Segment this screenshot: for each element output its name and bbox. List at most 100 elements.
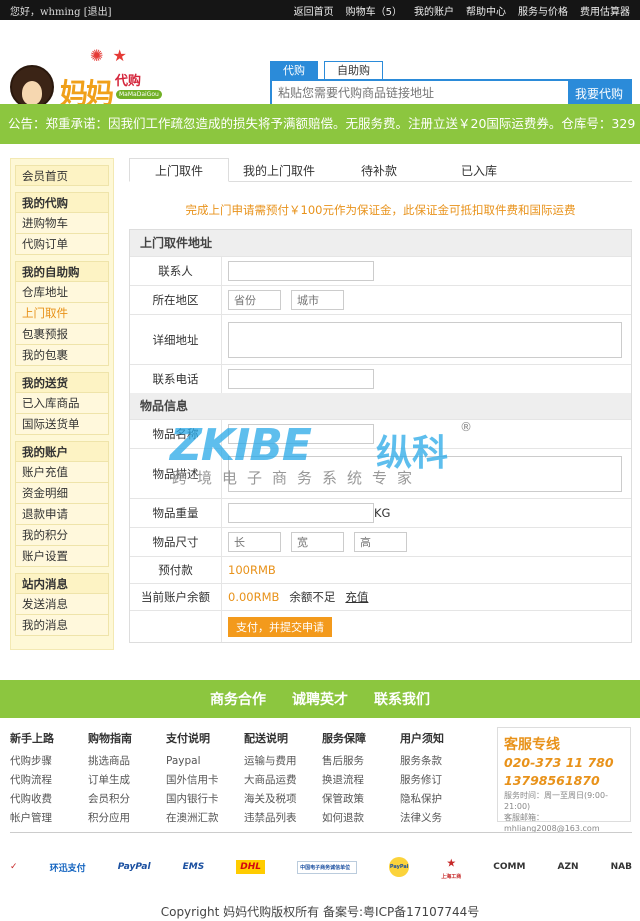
sidebar-item[interactable]: 我的积分	[15, 525, 109, 546]
top-link-cart[interactable]: 购物车（5）	[346, 3, 402, 18]
sidebar-item[interactable]: 账户充值	[15, 462, 109, 483]
insufficient-text: 余额不足	[289, 590, 336, 604]
sidebar-item[interactable]: 国际送货单	[15, 414, 109, 435]
item-name-field[interactable]	[228, 424, 374, 444]
footer-link[interactable]: 会员积分	[88, 790, 166, 809]
prepay-label: 预付款	[130, 557, 222, 583]
sidebar-heading: 我的自助购	[15, 261, 109, 282]
address-field[interactable]	[228, 321, 622, 358]
paypal-badge-icon: PayPal	[389, 857, 410, 877]
anz-bank-logo: AZN	[557, 862, 579, 872]
logo-brand-suffix: 代购	[115, 74, 142, 89]
footer-link[interactable]: Paypal	[166, 752, 244, 771]
footer-link[interactable]: 代购收费	[10, 790, 88, 809]
footer-link[interactable]: 大商品运费	[244, 771, 322, 790]
service-hours: 服务时间：周一至周日(9:00-21:00)	[504, 791, 608, 811]
top-links: 返回首页 购物车（5） 我的账户 帮助中心 服务与价格 费用估算器	[294, 3, 630, 18]
tab-daigou[interactable]: 代购	[270, 61, 318, 79]
footer-link[interactable]: 帐户管理	[10, 809, 88, 828]
footer-col-title: 用户须知	[400, 732, 444, 745]
length-field[interactable]	[228, 532, 281, 552]
top-link-estimator[interactable]: 费用估算器	[580, 3, 630, 18]
section-item-info: 物品信息	[130, 393, 631, 419]
tab-pending-payment[interactable]: 待补款	[329, 158, 429, 181]
phone-label: 联系电话	[130, 365, 222, 393]
submit-button[interactable]: 支付，并提交申请	[228, 616, 332, 637]
top-link-pricing[interactable]: 服务与价格	[518, 3, 568, 18]
partner-logos: ✓ 环迅支付 PayPal EMS DHL 中国电子商务诚信单位 PayPal …	[10, 852, 632, 882]
footer-link-business[interactable]: 商务合作	[210, 689, 266, 709]
item-name-label: 物品名称	[130, 420, 222, 448]
footer-link[interactable]: 保管政策	[322, 790, 400, 809]
sidebar-item-member-home[interactable]: 会员首页	[15, 165, 109, 186]
sidebar-item[interactable]: 发送消息	[15, 594, 109, 615]
footer-link[interactable]: 如何退款	[322, 809, 400, 828]
address-label: 详细地址	[130, 315, 222, 364]
width-field[interactable]	[291, 532, 344, 552]
top-link-home[interactable]: 返回首页	[294, 3, 334, 18]
sidebar-item[interactable]: 进购物车	[15, 213, 109, 234]
sidebar-item[interactable]: 资金明细	[15, 483, 109, 504]
sidebar-item[interactable]: 包裹预报	[15, 324, 109, 345]
sidebar-item[interactable]: 已入库商品	[15, 393, 109, 414]
top-link-help[interactable]: 帮助中心	[466, 3, 506, 18]
footer-link[interactable]: 积分应用	[88, 809, 166, 828]
tab-my-pickup[interactable]: 我的上门取件	[229, 158, 329, 181]
top-bar: 您好，whming [退出] 返回首页 购物车（5） 我的账户 帮助中心 服务与…	[0, 0, 640, 20]
comm-bank-logo: COMM	[493, 862, 526, 872]
footer-link[interactable]: 挑选商品	[88, 752, 166, 771]
sidebar-item[interactable]: 仓库地址	[15, 282, 109, 303]
footer-link[interactable]: 服务条款	[400, 752, 478, 771]
sidebar-item[interactable]: 我的消息	[15, 615, 109, 636]
footer-link-contact[interactable]: 联系我们	[374, 689, 430, 709]
weight-field[interactable]	[228, 503, 374, 523]
footer-link[interactable]: 代购步骤	[10, 752, 88, 771]
footer-link-jobs[interactable]: 诚聘英才	[292, 689, 348, 709]
site-logo[interactable]: ✺ ★ 妈妈 代购 MaMaDaiGou	[10, 46, 170, 110]
footer-link[interactable]: 隐私保护	[400, 790, 478, 809]
daigou-button[interactable]: 我要代购	[568, 81, 630, 105]
sidebar-heading: 我的代购	[15, 192, 109, 213]
sidebar-item[interactable]: 代购订单	[15, 234, 109, 255]
footer-link[interactable]: 法律义务	[400, 809, 478, 828]
region-label: 所在地区	[130, 286, 222, 314]
phone-field[interactable]	[228, 369, 374, 389]
footer-link[interactable]: 国内银行卡	[166, 790, 244, 809]
sidebar-item[interactable]: 账户设置	[15, 546, 109, 567]
top-link-account[interactable]: 我的账户	[414, 3, 454, 18]
footer-link[interactable]: 代购流程	[10, 771, 88, 790]
national-emblem-icon: ⭑	[447, 854, 455, 871]
contact-field[interactable]	[228, 261, 374, 281]
footer-link[interactable]: 违禁品列表	[244, 809, 322, 828]
sidebar-item[interactable]: 我的包裹	[15, 345, 109, 366]
dhl-logo: DHL	[236, 860, 266, 874]
verified-badge-icon: ✓	[10, 862, 18, 872]
tab-self-buy[interactable]: 自助购	[324, 61, 383, 79]
recharge-link[interactable]: 充值	[345, 589, 368, 605]
greeting-text[interactable]: 您好，whming [退出]	[10, 3, 294, 18]
item-desc-field[interactable]	[228, 455, 622, 492]
service-hotline-box: 客服专线 020-373 11 780 13798561870 服务时间：周一至…	[497, 727, 631, 833]
copyright: Copyright 妈妈代购版权所有 备案号:粤ICP备17107744号	[160, 905, 480, 919]
footer-link[interactable]: 国外信用卡	[166, 771, 244, 790]
height-field[interactable]	[354, 532, 407, 552]
service-title: 客服专线	[504, 737, 560, 753]
tab-pickup[interactable]: 上门取件	[129, 158, 229, 182]
province-field[interactable]	[228, 290, 281, 310]
footer-link[interactable]: 换退流程	[322, 771, 400, 790]
tab-warehoused[interactable]: 已入库	[429, 158, 529, 181]
footer-link[interactable]: 运输与费用	[244, 752, 322, 771]
sidebar-heading: 站内消息	[15, 573, 109, 594]
footer-divider	[10, 832, 632, 833]
search-input[interactable]	[272, 81, 568, 105]
sidebar-heading: 我的账户	[15, 441, 109, 462]
sidebar-item[interactable]: 退款申请	[15, 504, 109, 525]
weight-label: 物品重量	[130, 499, 222, 527]
footer-link[interactable]: 服务修订	[400, 771, 478, 790]
footer-link[interactable]: 订单生成	[88, 771, 166, 790]
sidebar-item-pickup-active[interactable]: 上门取件	[15, 303, 109, 324]
footer-link[interactable]: 海关及税项	[244, 790, 322, 809]
footer-link[interactable]: 售后服务	[322, 752, 400, 771]
footer-link[interactable]: 在澳洲汇款	[166, 809, 244, 828]
city-field[interactable]	[291, 290, 344, 310]
